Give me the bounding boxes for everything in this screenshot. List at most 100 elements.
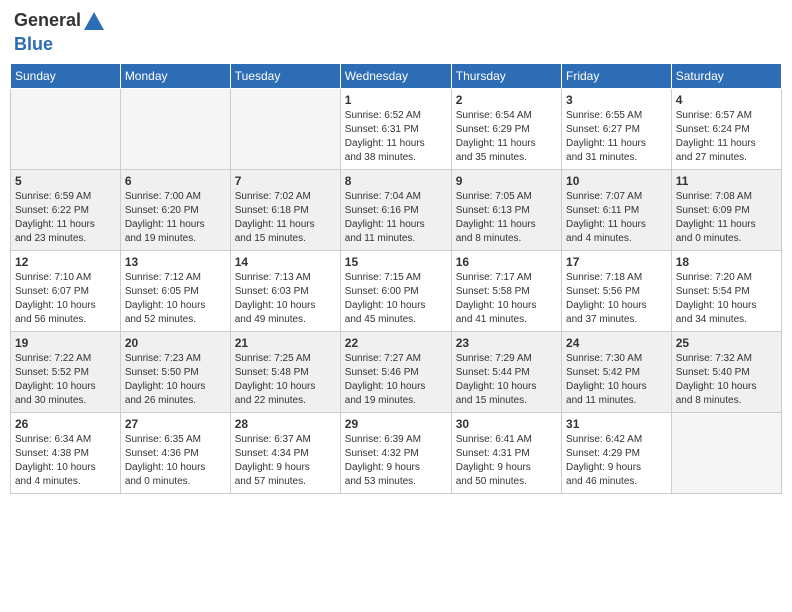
calendar-cell: 17 Sunrise: 7:18 AM Sunset: 5:56 PM Dayli… [562, 251, 672, 332]
day-info: Sunrise: 7:23 AM Sunset: 5:50 PM Dayligh… [125, 352, 226, 408]
calendar-cell: 20 Sunrise: 7:23 AM Sunset: 5:50 PM Dayli… [120, 332, 230, 413]
day-info: Sunrise: 6:59 AM Sunset: 6:22 PM Dayligh… [15, 190, 116, 246]
calendar-cell: 5Sunrise: 6:59 AM Sunset: 6:22 PM Daylig… [11, 170, 121, 251]
calendar-cell: 13 Sunrise: 7:12 AM Sunset: 6:05 PM Dayli… [120, 251, 230, 332]
calendar-cell: 28 Sunrise: 6:37 AM Sunset: 4:34 PM Dayli… [230, 413, 340, 494]
calendar-cell: 21 Sunrise: 7:25 AM Sunset: 5:48 PM Dayli… [230, 332, 340, 413]
day-info: Sunrise: 7:17 AM Sunset: 5:58 PM Dayligh… [456, 271, 557, 327]
calendar-cell: 25 Sunrise: 7:32 AM Sunset: 5:40 PM Dayli… [671, 332, 781, 413]
day-info: Sunrise: 7:05 AM Sunset: 6:13 PM Dayligh… [456, 190, 557, 246]
day-info: Sunrise: 7:27 AM Sunset: 5:46 PM Dayligh… [345, 352, 447, 408]
weekday-header-saturday: Saturday [671, 64, 781, 89]
calendar-cell: 11 Sunrise: 7:08 AM Sunset: 6:09 PM Dayli… [671, 170, 781, 251]
day-info: Sunrise: 7:15 AM Sunset: 6:00 PM Dayligh… [345, 271, 447, 327]
calendar-week-row: 5Sunrise: 6:59 AM Sunset: 6:22 PM Daylig… [11, 170, 782, 251]
day-info: Sunrise: 7:10 AM Sunset: 6:07 PM Dayligh… [15, 271, 116, 327]
calendar-week-row: 26Sunrise: 6:34 AM Sunset: 4:38 PM Dayli… [11, 413, 782, 494]
calendar-cell: 18 Sunrise: 7:20 AM Sunset: 5:54 PM Dayli… [671, 251, 781, 332]
calendar-cell: 26Sunrise: 6:34 AM Sunset: 4:38 PM Dayli… [11, 413, 121, 494]
calendar-cell [11, 89, 121, 170]
calendar-cell: 1 Sunrise: 6:52 AM Sunset: 6:31 PM Daylig… [340, 89, 451, 170]
calendar-cell [230, 89, 340, 170]
calendar-cell: 8 Sunrise: 7:04 AM Sunset: 6:16 PM Daylig… [340, 170, 451, 251]
day-number: 3 [566, 93, 667, 107]
calendar-cell: 23 Sunrise: 7:29 AM Sunset: 5:44 PM Dayli… [451, 332, 561, 413]
day-info: Sunrise: 7:22 AM Sunset: 5:52 PM Dayligh… [15, 352, 116, 408]
day-info: Sunrise: 6:57 AM Sunset: 6:24 PM Dayligh… [676, 109, 777, 165]
day-number: 1 [345, 93, 447, 107]
day-info: Sunrise: 7:30 AM Sunset: 5:42 PM Dayligh… [566, 352, 667, 408]
day-number: 24 [566, 336, 667, 350]
calendar-cell [671, 413, 781, 494]
day-number: 4 [676, 93, 777, 107]
day-info: Sunrise: 6:35 AM Sunset: 4:36 PM Dayligh… [125, 433, 226, 489]
weekday-header-monday: Monday [120, 64, 230, 89]
page-header: General Blue [10, 10, 782, 55]
day-info: Sunrise: 7:20 AM Sunset: 5:54 PM Dayligh… [676, 271, 777, 327]
logo-text: General [14, 10, 107, 34]
day-info: Sunrise: 6:34 AM Sunset: 4:38 PM Dayligh… [15, 433, 116, 489]
day-number: 25 [676, 336, 777, 350]
weekday-header-sunday: Sunday [11, 64, 121, 89]
day-number: 23 [456, 336, 557, 350]
day-number: 12 [15, 255, 116, 269]
day-number: 28 [235, 417, 336, 431]
calendar-cell: 15 Sunrise: 7:15 AM Sunset: 6:00 PM Dayli… [340, 251, 451, 332]
calendar-cell: 31Sunrise: 6:42 AM Sunset: 4:29 PM Dayli… [562, 413, 672, 494]
calendar-cell: 30Sunrise: 6:41 AM Sunset: 4:31 PM Dayli… [451, 413, 561, 494]
day-number: 22 [345, 336, 447, 350]
day-info: Sunrise: 6:39 AM Sunset: 4:32 PM Dayligh… [345, 433, 447, 489]
day-number: 21 [235, 336, 336, 350]
calendar-cell: 19 Sunrise: 7:22 AM Sunset: 5:52 PM Dayli… [11, 332, 121, 413]
day-info: Sunrise: 7:18 AM Sunset: 5:56 PM Dayligh… [566, 271, 667, 327]
calendar-cell [120, 89, 230, 170]
day-number: 27 [125, 417, 226, 431]
day-info: Sunrise: 6:55 AM Sunset: 6:27 PM Dayligh… [566, 109, 667, 165]
day-number: 7 [235, 174, 336, 188]
day-number: 11 [676, 174, 777, 188]
day-number: 10 [566, 174, 667, 188]
calendar-cell: 27 Sunrise: 6:35 AM Sunset: 4:36 PM Dayli… [120, 413, 230, 494]
day-number: 2 [456, 93, 557, 107]
day-number: 20 [125, 336, 226, 350]
day-info: Sunrise: 7:29 AM Sunset: 5:44 PM Dayligh… [456, 352, 557, 408]
calendar-table: SundayMondayTuesdayWednesdayThursdayFrid… [10, 63, 782, 494]
calendar-cell: 7Sunrise: 7:02 AM Sunset: 6:18 PM Daylig… [230, 170, 340, 251]
day-info: Sunrise: 7:12 AM Sunset: 6:05 PM Dayligh… [125, 271, 226, 327]
day-number: 16 [456, 255, 557, 269]
day-number: 17 [566, 255, 667, 269]
weekday-header-friday: Friday [562, 64, 672, 89]
day-number: 31 [566, 417, 667, 431]
day-number: 9 [456, 174, 557, 188]
calendar-cell: 3 Sunrise: 6:55 AM Sunset: 6:27 PM Daylig… [562, 89, 672, 170]
day-number: 19 [15, 336, 116, 350]
day-info: Sunrise: 7:00 AM Sunset: 6:20 PM Dayligh… [125, 190, 226, 246]
day-number: 29 [345, 417, 447, 431]
day-info: Sunrise: 6:37 AM Sunset: 4:34 PM Dayligh… [235, 433, 336, 489]
day-number: 13 [125, 255, 226, 269]
calendar-cell: 4 Sunrise: 6:57 AM Sunset: 6:24 PM Daylig… [671, 89, 781, 170]
calendar-header-row: SundayMondayTuesdayWednesdayThursdayFrid… [11, 64, 782, 89]
calendar-cell: 2 Sunrise: 6:54 AM Sunset: 6:29 PM Daylig… [451, 89, 561, 170]
day-number: 14 [235, 255, 336, 269]
day-number: 6 [125, 174, 226, 188]
day-number: 8 [345, 174, 447, 188]
day-info: Sunrise: 7:32 AM Sunset: 5:40 PM Dayligh… [676, 352, 777, 408]
weekday-header-thursday: Thursday [451, 64, 561, 89]
logo-blue-text: Blue [14, 34, 107, 55]
logo-icon [82, 10, 106, 34]
calendar-cell: 29 Sunrise: 6:39 AM Sunset: 4:32 PM Dayli… [340, 413, 451, 494]
day-info: Sunrise: 6:54 AM Sunset: 6:29 PM Dayligh… [456, 109, 557, 165]
calendar-cell: 12 Sunrise: 7:10 AM Sunset: 6:07 PM Dayli… [11, 251, 121, 332]
day-info: Sunrise: 6:41 AM Sunset: 4:31 PM Dayligh… [456, 433, 557, 489]
day-info: Sunrise: 6:52 AM Sunset: 6:31 PM Dayligh… [345, 109, 447, 165]
day-number: 18 [676, 255, 777, 269]
day-info: Sunrise: 7:13 AM Sunset: 6:03 PM Dayligh… [235, 271, 336, 327]
calendar-week-row: 19 Sunrise: 7:22 AM Sunset: 5:52 PM Dayli… [11, 332, 782, 413]
day-info: Sunrise: 7:25 AM Sunset: 5:48 PM Dayligh… [235, 352, 336, 408]
calendar-cell: 9 Sunrise: 7:05 AM Sunset: 6:13 PM Daylig… [451, 170, 561, 251]
day-info: Sunrise: 7:04 AM Sunset: 6:16 PM Dayligh… [345, 190, 447, 246]
day-number: 15 [345, 255, 447, 269]
day-info: Sunrise: 7:08 AM Sunset: 6:09 PM Dayligh… [676, 190, 777, 246]
calendar-week-row: 12 Sunrise: 7:10 AM Sunset: 6:07 PM Dayli… [11, 251, 782, 332]
